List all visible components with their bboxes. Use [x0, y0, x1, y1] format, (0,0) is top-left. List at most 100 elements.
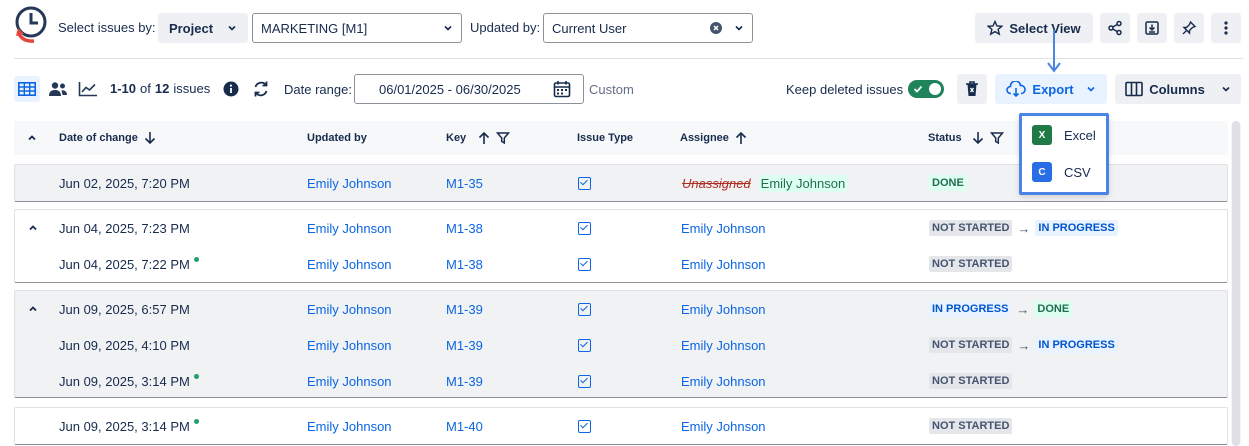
export-button[interactable]: Export: [995, 74, 1107, 104]
column-header-assignee[interactable]: Assignee: [680, 131, 747, 145]
calendar-icon[interactable]: [553, 80, 571, 98]
status-cell: DONE: [929, 165, 967, 201]
column-header-updated-by[interactable]: Updated by: [307, 132, 367, 144]
export-excel-label: Excel: [1064, 127, 1096, 143]
assignee-link[interactable]: Emily Johnson: [681, 246, 766, 282]
export-label: Export: [1032, 81, 1074, 97]
date-range-value: 06/01/2025 - 06/30/2025: [379, 81, 521, 97]
issue-count: 1-10 of 12 issues: [110, 81, 210, 96]
project-dropdown-button[interactable]: Project: [158, 13, 248, 43]
issue-group: Jun 09, 2025, 3:14 PM Emily Johnson M1-4…: [14, 407, 1228, 445]
updated-by-link[interactable]: Emily Johnson: [307, 165, 392, 201]
status-cell: NOT STARTED → IN PROGRESS: [929, 210, 1118, 246]
issue-group: Jun 09, 2025, 6:57 PM Emily Johnson M1-3…: [14, 290, 1228, 398]
column-assignee-label: Assignee: [680, 132, 729, 144]
export-excel-item[interactable]: X Excel: [1032, 121, 1096, 149]
old-assignee: Unassigned: [682, 175, 751, 191]
issue-key-link[interactable]: M1-38: [446, 210, 483, 246]
columns-button[interactable]: Columns: [1115, 74, 1241, 104]
date-cell: Jun 09, 2025, 3:14 PM: [59, 363, 199, 399]
table-row[interactable]: Jun 09, 2025, 3:14 PM Emily Johnson M1-3…: [15, 363, 1227, 399]
clear-deleted-button[interactable]: [957, 74, 987, 104]
updated-by-link[interactable]: Emily Johnson: [307, 291, 392, 327]
scrollbar-thumb[interactable]: [1232, 121, 1240, 446]
table-row[interactable]: Jun 09, 2025, 6:57 PM Emily Johnson M1-3…: [15, 291, 1227, 327]
table-row[interactable]: Jun 09, 2025, 4:10 PM Emily Johnson M1-3…: [15, 327, 1227, 363]
date-cell: Jun 09, 2025, 6:57 PM: [59, 301, 190, 317]
issue-key-link[interactable]: M1-38: [446, 246, 483, 282]
arrow-up-icon: [479, 131, 490, 144]
filter-icon[interactable]: [989, 131, 1004, 145]
import-button[interactable]: [1137, 13, 1167, 43]
date-cell: Jun 09, 2025, 4:10 PM: [59, 337, 190, 353]
column-header-key[interactable]: Key: [446, 131, 511, 145]
chart-view-button[interactable]: [75, 76, 101, 102]
column-header-issue-type[interactable]: Issue Type: [577, 132, 633, 144]
status-to-badge: IN PROGRESS: [1035, 220, 1118, 236]
updated-by-link[interactable]: Emily Johnson: [307, 210, 392, 246]
clear-icon[interactable]: [710, 22, 722, 34]
column-header-status[interactable]: Status: [928, 131, 1004, 145]
chevron-up-icon[interactable]: [28, 304, 38, 314]
share-button[interactable]: [1100, 13, 1130, 43]
date-cell: Jun 04, 2025, 7:23 PM: [59, 220, 190, 236]
date-cell: Jun 09, 2025, 3:14 PM: [59, 408, 199, 444]
chevron-down-icon: [1087, 86, 1095, 92]
date-range-input[interactable]: 06/01/2025 - 06/30/2025: [354, 74, 584, 104]
arrow-down-icon: [972, 132, 983, 145]
task-type-icon: [578, 338, 591, 352]
table-row[interactable]: Jun 09, 2025, 3:14 PM Emily Johnson M1-4…: [15, 408, 1227, 444]
assignee-link[interactable]: Emily Johnson: [681, 327, 766, 363]
group-view-button[interactable]: [45, 76, 71, 102]
issue-key-link[interactable]: M1-39: [446, 327, 483, 363]
column-header-date[interactable]: Date of change: [59, 131, 156, 145]
issue-group: Jun 04, 2025, 7:23 PM Emily Johnson M1-3…: [14, 209, 1228, 283]
pin-button[interactable]: [1174, 13, 1204, 43]
task-type-icon: [578, 257, 591, 271]
more-options-button[interactable]: [1211, 13, 1241, 43]
users-icon: [49, 82, 67, 96]
updated-by-link[interactable]: Emily Johnson: [307, 363, 392, 399]
column-updated-by-label: Updated by: [307, 132, 367, 144]
issue-key-link[interactable]: M1-40: [446, 408, 483, 444]
arrow-right-icon: →: [1016, 301, 1030, 317]
check-icon: [913, 85, 923, 93]
new-dot-icon: [193, 418, 199, 424]
assignee-link[interactable]: Emily Johnson: [681, 210, 766, 246]
keep-deleted-toggle[interactable]: [908, 80, 944, 98]
task-type-icon: [578, 374, 591, 388]
assignee-link[interactable]: Emily Johnson: [681, 363, 766, 399]
excel-icon: X: [1032, 125, 1052, 145]
export-csv-item[interactable]: C CSV: [1032, 158, 1091, 186]
table-row[interactable]: Jun 04, 2025, 7:23 PM Emily Johnson M1-3…: [15, 210, 1227, 246]
collapse-all-button[interactable]: [27, 133, 37, 143]
chevron-up-icon[interactable]: [28, 223, 38, 233]
updated-by-select[interactable]: Current User: [543, 13, 753, 43]
updated-by-link[interactable]: Emily Johnson: [307, 327, 392, 363]
columns-label: Columns: [1149, 81, 1205, 97]
table-view-button[interactable]: [14, 76, 40, 102]
issue-key-link[interactable]: M1-39: [446, 291, 483, 327]
column-date-label: Date of change: [59, 132, 138, 144]
project-select[interactable]: MARKETING [M1]: [252, 13, 462, 43]
info-icon[interactable]: [223, 81, 239, 97]
status-cell: NOT STARTED → IN PROGRESS: [929, 327, 1118, 363]
status-badge: NOT STARTED: [929, 418, 1013, 434]
date-text: Jun 09, 2025, 3:14 PM: [59, 373, 190, 389]
assignee-link[interactable]: Emily Johnson: [681, 408, 766, 444]
table-row[interactable]: Jun 04, 2025, 7:22 PM Emily Johnson M1-3…: [15, 246, 1227, 282]
star-icon: [987, 20, 1004, 36]
updated-by-link[interactable]: Emily Johnson: [307, 246, 392, 282]
date-cell: Jun 04, 2025, 7:22 PM: [59, 246, 199, 282]
assignee-link[interactable]: Emily Johnson: [681, 291, 766, 327]
updated-by-link[interactable]: Emily Johnson: [307, 408, 392, 444]
select-view-button[interactable]: Select View: [975, 13, 1093, 43]
status-cell: NOT STARTED: [929, 408, 1013, 444]
issue-key-link[interactable]: M1-35: [446, 165, 483, 201]
issue-key-link[interactable]: M1-39: [446, 363, 483, 399]
count-of: of: [140, 81, 151, 96]
project-select-value: MARKETING [M1]: [261, 20, 368, 36]
filter-icon[interactable]: [496, 131, 511, 145]
count-suffix: issues: [173, 81, 211, 96]
refresh-icon[interactable]: [252, 80, 270, 98]
